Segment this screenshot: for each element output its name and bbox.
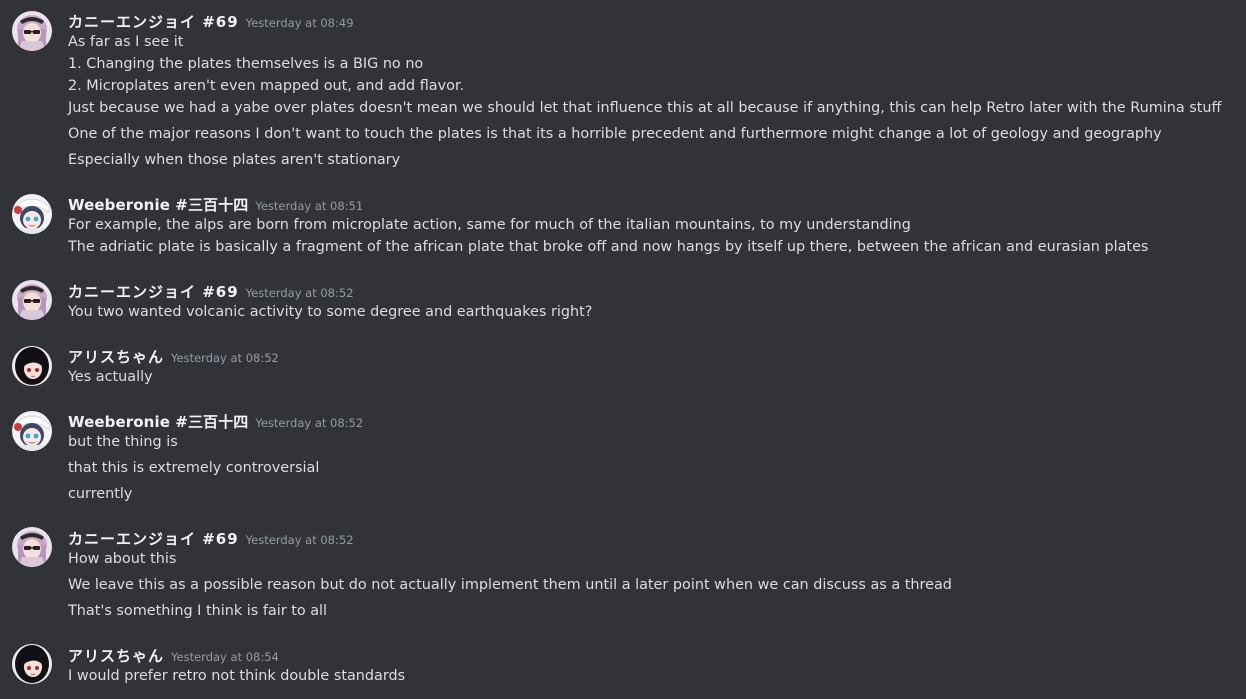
username[interactable]: カニーエンジョイ #69 xyxy=(68,528,239,549)
message-text: That's something I think is fair to all xyxy=(68,603,328,619)
pink-hair-sunglasses-avatar-icon xyxy=(12,11,52,51)
message-text: Especially when those plates aren't stat… xyxy=(68,152,401,168)
message-text: I would prefer retro not think double st… xyxy=(68,668,406,684)
anime-girl-white-hat-avatar-icon xyxy=(12,194,52,234)
message-text: currently xyxy=(68,486,133,502)
user-avatar[interactable] xyxy=(12,194,52,234)
username[interactable]: Weeberonie #三百十四 xyxy=(68,411,248,432)
message-text: How about this xyxy=(68,551,177,567)
message-text: One of the major reasons I don't want to… xyxy=(68,126,1162,142)
pink-hair-sunglasses-avatar-icon xyxy=(12,527,52,567)
message-text: Just because we had a yabe over plates d… xyxy=(68,100,1222,116)
message-text: that this is extremely controversial xyxy=(68,460,320,476)
message-timestamp[interactable]: Yesterday at 08:52 xyxy=(171,351,279,365)
message-text: The adriatic plate is basically a fragme… xyxy=(68,239,1149,255)
message-text: As far as I see it xyxy=(68,34,184,50)
pink-hair-sunglasses-avatar-icon xyxy=(12,280,52,320)
dark-hair-girl-avatar-icon xyxy=(12,346,52,386)
username[interactable]: アリスちゃん xyxy=(68,346,164,367)
message-text: Yes actually xyxy=(68,369,153,385)
message-text: but the thing is xyxy=(68,434,178,450)
message-text: For example, the alps are born from micr… xyxy=(68,217,911,233)
user-avatar[interactable] xyxy=(12,11,52,51)
message-text: You two wanted volcanic activity to some… xyxy=(68,304,593,320)
user-avatar[interactable] xyxy=(12,527,52,567)
username[interactable]: カニーエンジョイ #69 xyxy=(68,11,239,32)
message-timestamp[interactable]: Yesterday at 08:52 xyxy=(246,533,354,547)
message-text: 2. Microplates aren't even mapped out, a… xyxy=(68,78,465,94)
chat-message-list: カニーエンジョイ #69 Yesterday at 08:49 As far a… xyxy=(0,0,1246,699)
username[interactable]: カニーエンジョイ #69 xyxy=(68,281,239,302)
user-avatar[interactable] xyxy=(12,346,52,386)
anime-girl-white-hat-avatar-icon xyxy=(12,411,52,451)
message-timestamp[interactable]: Yesterday at 08:52 xyxy=(255,416,363,430)
user-avatar[interactable] xyxy=(12,644,52,684)
message-timestamp[interactable]: Yesterday at 08:54 xyxy=(171,650,279,664)
message-text: 1. Changing the plates themselves is a B… xyxy=(68,56,424,72)
message-timestamp[interactable]: Yesterday at 08:52 xyxy=(246,286,354,300)
user-avatar[interactable] xyxy=(12,280,52,320)
dark-hair-girl-avatar-icon xyxy=(12,644,52,684)
username[interactable]: アリスちゃん xyxy=(68,645,164,666)
message-timestamp[interactable]: Yesterday at 08:51 xyxy=(255,199,363,213)
message-text: We leave this as a possible reason but d… xyxy=(68,577,952,593)
username[interactable]: Weeberonie #三百十四 xyxy=(68,194,248,215)
user-avatar[interactable] xyxy=(12,411,52,451)
message-timestamp[interactable]: Yesterday at 08:49 xyxy=(246,16,354,30)
